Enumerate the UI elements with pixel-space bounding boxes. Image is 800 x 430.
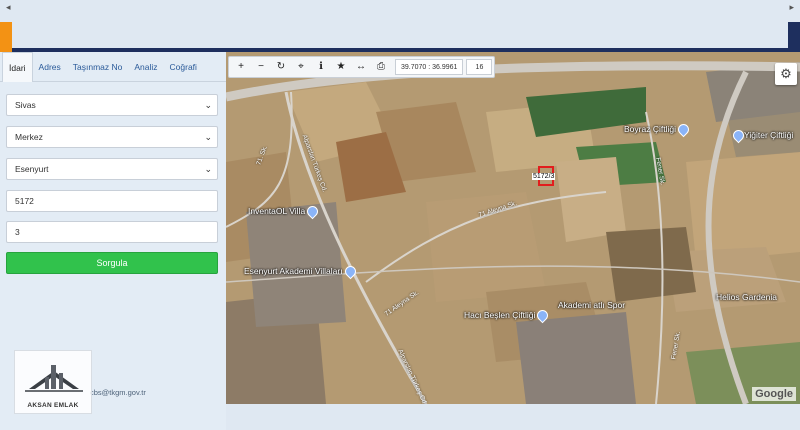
poi-label: Esenyurt Akademi Villaları — [244, 266, 343, 276]
top-header: ◂ ▸ — [0, 0, 800, 52]
map-pin-icon — [304, 203, 321, 220]
scroll-right-icon[interactable]: ▸ — [789, 2, 794, 13]
locate-icon[interactable]: ⌖ — [291, 57, 311, 77]
map-pin-icon — [535, 307, 551, 324]
poi-label: Yiğiter Çiftliği — [744, 130, 794, 140]
chevron-down-icon: ⌄ — [204, 132, 212, 142]
parcel-label[interactable]: 5172/3 — [532, 173, 556, 180]
chevron-down-icon: ⌄ — [204, 164, 212, 174]
print-icon[interactable]: ⎙ — [371, 57, 391, 77]
province-value: Sivas — [15, 100, 36, 110]
settings-gear-icon[interactable]: ⚙ — [775, 63, 797, 85]
map-pin-icon — [675, 121, 692, 138]
bottom-strip — [226, 404, 800, 430]
poi-inventaol-villa[interactable]: InventaOL Villa — [248, 203, 321, 220]
poi-esenyurt-akademi[interactable]: Esenyurt Akademi Villaları — [244, 263, 358, 280]
poi-akademi-atli-spor[interactable]: Akademi atlı Spor — [558, 300, 625, 310]
house-logo-icon — [25, 365, 83, 392]
neighborhood-value: Esenyurt — [15, 164, 49, 174]
poi-label: InventaOL Villa — [248, 206, 306, 216]
poi-label: Hacı Beşlen Çiftliği — [464, 310, 536, 320]
coordinate-readout: 39.7070 : 36.9961 — [395, 59, 464, 75]
tab-adres[interactable]: Adres — [33, 52, 67, 81]
tab-tasinmaz-no[interactable]: Taşınmaz No — [67, 52, 129, 81]
neighborhood-select[interactable]: Esenyurt ⌄ — [6, 158, 218, 180]
refresh-icon[interactable]: ↻ — [271, 57, 291, 77]
info-icon[interactable]: ℹ — [311, 57, 331, 77]
tab-analiz[interactable]: Analiz — [128, 52, 163, 81]
scroll-left-icon[interactable]: ◂ — [6, 2, 11, 13]
brand-navy-tab — [788, 22, 800, 52]
map-toolbar: + − ↻ ⌖ ℹ ★ ↔ ⎙ 39.7070 : 36.9961 16 — [228, 56, 496, 78]
query-sidebar: İdari Adres Taşınmaz No Analiz Coğrafi S… — [0, 52, 226, 430]
parcel-no-value: 3 — [15, 227, 20, 237]
tab-idari[interactable]: İdari — [2, 52, 33, 82]
zoom-in-icon[interactable]: + — [231, 57, 251, 77]
province-select[interactable]: Sivas ⌄ — [6, 94, 218, 116]
poi-helios-gardenia[interactable]: Helios Gardenia — [716, 292, 777, 302]
measure-icon[interactable]: ↔ — [351, 57, 371, 77]
block-no-input[interactable]: 5172 — [6, 190, 218, 212]
poi-label: Boyraz Çiftliği — [624, 124, 676, 134]
poi-label: Helios Gardenia — [716, 292, 777, 302]
brand-orange-tab — [0, 22, 12, 52]
poi-yigiter-ciftligi[interactable]: Yiğiter Çiftliği — [730, 127, 794, 144]
zoom-out-icon[interactable]: − — [251, 57, 271, 77]
query-button[interactable]: Sorgula — [6, 252, 218, 274]
google-attribution: Google — [752, 387, 796, 401]
logo-text: AKSAN EMLAK — [27, 402, 79, 409]
contact-email[interactable]: cbs@tkgm.gov.tr — [90, 388, 146, 397]
agency-logo: AKSAN EMLAK — [14, 350, 92, 414]
poi-boyraz-ciftligi[interactable]: Boyraz Çiftliği — [624, 121, 692, 138]
parcel-no-input[interactable]: 3 — [6, 221, 218, 243]
zoom-level: 16 — [466, 59, 493, 75]
map-pin-icon — [342, 263, 358, 280]
satellite-map[interactable]: + − ↻ ⌖ ℹ ★ ↔ ⎙ 39.7070 : 36.9961 16 ⚙ 5… — [226, 52, 800, 404]
favorite-star-icon[interactable]: ★ — [331, 57, 351, 77]
district-value: Merkez — [15, 132, 43, 142]
tab-cografi[interactable]: Coğrafi — [164, 52, 203, 81]
chevron-down-icon: ⌄ — [204, 100, 212, 110]
block-no-value: 5172 — [15, 196, 34, 206]
satellite-imagery — [226, 52, 800, 404]
poi-label: Akademi atlı Spor — [558, 300, 626, 310]
sidebar-tabs: İdari Adres Taşınmaz No Analiz Coğrafi — [0, 52, 226, 82]
district-select[interactable]: Merkez ⌄ — [6, 126, 218, 148]
poi-haci-beslen-ciftligi[interactable]: Hacı Beşlen Çiftliği — [464, 307, 551, 324]
